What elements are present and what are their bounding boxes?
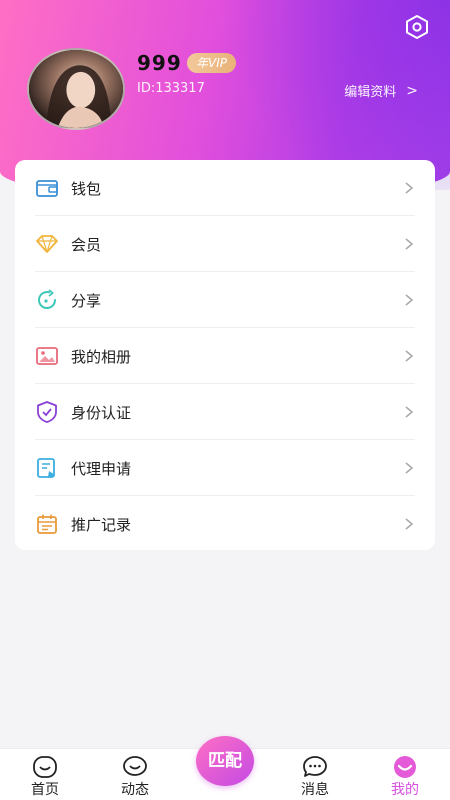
edit-profile-label: 编辑资料 — [344, 85, 397, 100]
share-icon — [35, 288, 59, 312]
menu-item-identity-verification[interactable]: 身份认证 — [15, 384, 435, 440]
edit-profile-link[interactable]: 编辑资料 > — [344, 81, 418, 101]
menu-item-label: 会员 — [71, 235, 102, 254]
tab-messages[interactable]: 消息 — [280, 753, 350, 800]
tab-mine[interactable]: 我的 — [370, 753, 440, 800]
menu-item-agent-application[interactable]: 代理申请 — [15, 440, 435, 496]
avatar[interactable] — [27, 48, 125, 130]
photo-album-icon — [35, 344, 59, 368]
chevron-right-icon: > — [406, 82, 418, 99]
chevron-right-icon — [405, 350, 414, 362]
menu-item-wallet[interactable]: 钱包 — [15, 160, 435, 216]
menu-item-label: 代理申请 — [71, 459, 132, 478]
chevron-right-icon — [405, 182, 414, 194]
nickname: 999 — [137, 51, 182, 75]
chevron-right-icon — [405, 518, 414, 530]
mine-icon — [394, 756, 416, 778]
menu-item-promotion-records[interactable]: 推广记录 — [15, 496, 435, 552]
tab-home[interactable]: 首页 — [10, 753, 80, 800]
chevron-right-icon — [405, 406, 414, 418]
tab-label: 首页 — [31, 782, 59, 798]
chevron-right-icon — [405, 462, 414, 474]
moments-icon — [123, 756, 147, 776]
menu-item-label: 推广记录 — [71, 515, 132, 534]
settings-icon[interactable] — [404, 14, 430, 40]
chat-bubble-icon — [303, 756, 327, 777]
chevron-right-icon — [405, 238, 414, 250]
menu-card: 钱包 会员 分享 我的相册 身份认证 代理申请 推广记录 — [15, 160, 435, 550]
menu-item-share[interactable]: 分享 — [15, 272, 435, 328]
agent-apply-icon — [35, 456, 59, 480]
menu-item-photo-album[interactable]: 我的相册 — [15, 328, 435, 384]
user-id: ID:133317 — [137, 81, 205, 96]
vip-badge: 年VIP — [187, 53, 236, 73]
menu-item-label: 钱包 — [71, 179, 102, 198]
tab-label: 动态 — [121, 782, 149, 798]
tab-label: 消息 — [301, 782, 329, 798]
menu-item-label: 身份认证 — [71, 403, 132, 422]
menu-item-membership[interactable]: 会员 — [15, 216, 435, 272]
tab-label: 我的 — [391, 782, 419, 798]
menu-item-label: 分享 — [71, 291, 102, 310]
diamond-icon — [35, 232, 59, 256]
home-icon — [33, 756, 57, 778]
menu-item-label: 我的相册 — [71, 347, 132, 366]
tab-moments[interactable]: 动态 — [100, 753, 170, 800]
wallet-icon — [35, 176, 59, 200]
match-button[interactable]: 匹配 — [196, 736, 254, 786]
chevron-right-icon — [405, 294, 414, 306]
calendar-record-icon — [35, 512, 59, 536]
shield-check-icon — [35, 400, 59, 424]
